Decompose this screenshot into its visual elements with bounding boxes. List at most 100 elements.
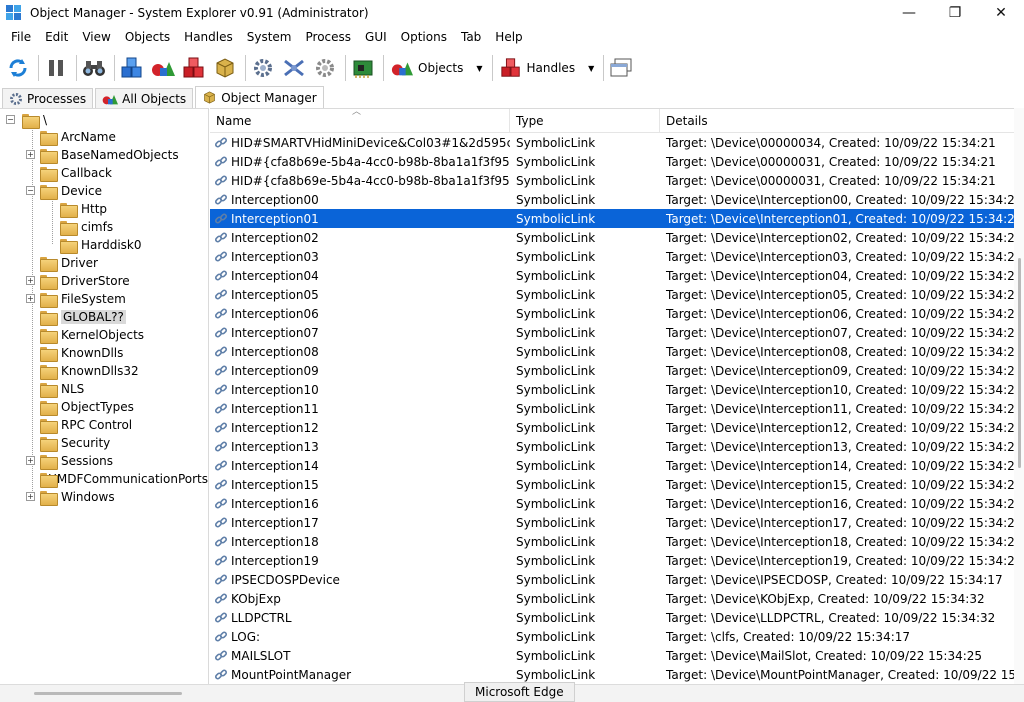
- hardware-button[interactable]: [349, 54, 377, 82]
- tree-item-nls[interactable]: NLS: [40, 380, 84, 398]
- table-row[interactable]: Interception15 SymbolicLink Target: \Devic…: [210, 475, 1014, 494]
- tree-item-global[interactable]: GLOBAL??: [40, 308, 126, 326]
- pause-button[interactable]: [42, 54, 70, 82]
- tree-item-knowndlls32[interactable]: KnownDlls32: [40, 362, 139, 380]
- table-row[interactable]: Interception07 SymbolicLink Target: \Devic…: [210, 323, 1014, 342]
- tree-item-kernelobjects[interactable]: KernelObjects: [40, 326, 144, 344]
- object-manager-button[interactable]: [211, 54, 239, 82]
- table-row[interactable]: Interception05 SymbolicLink Target: \Devic…: [210, 285, 1014, 304]
- table-row[interactable]: Interception13 SymbolicLink Target: \Devic…: [210, 437, 1014, 456]
- symbolic-link-icon: [214, 573, 228, 587]
- table-row[interactable]: HID#{cfa8b69e-5b4a-4cc0-b98b-8ba1a1f3f95…: [210, 152, 1014, 171]
- expand-toggle[interactable]: +: [26, 456, 35, 465]
- menu-system[interactable]: System: [240, 26, 299, 48]
- find-button[interactable]: [80, 54, 108, 82]
- blue-cubes-button[interactable]: [118, 54, 146, 82]
- table-row[interactable]: Interception19 SymbolicLink Target: \Devic…: [210, 551, 1014, 570]
- services-button[interactable]: [311, 54, 339, 82]
- expand-toggle[interactable]: +: [26, 276, 35, 285]
- table-row[interactable]: HID#SMARTVHidMiniDevice&Col03#1&2d595ca7…: [210, 133, 1014, 152]
- tree-item-cimfs[interactable]: cimfs: [60, 218, 113, 236]
- red-cubes-icon: [500, 58, 520, 77]
- menu-help[interactable]: Help: [488, 26, 529, 48]
- tree-item-filesystem[interactable]: + FileSystem: [26, 290, 126, 308]
- scrollbar-thumb[interactable]: [1018, 258, 1021, 468]
- cell-type: SymbolicLink: [516, 363, 596, 378]
- tree-item-driverstore[interactable]: + DriverStore: [26, 272, 130, 290]
- network-button[interactable]: [280, 54, 308, 82]
- table-row[interactable]: Interception17 SymbolicLink Target: \Devic…: [210, 513, 1014, 532]
- red-cubes-button[interactable]: [180, 54, 208, 82]
- tree-item-security[interactable]: Security: [40, 434, 110, 452]
- minimize-button[interactable]: —: [886, 0, 932, 26]
- table-row[interactable]: Interception11 SymbolicLink Target: \Devic…: [210, 399, 1014, 418]
- refresh-button[interactable]: [4, 54, 32, 82]
- table-row[interactable]: Interception10 SymbolicLink Target: \Devic…: [210, 380, 1014, 399]
- table-row[interactable]: Interception16 SymbolicLink Target: \Devic…: [210, 494, 1014, 513]
- tree-item-basenamedobjects[interactable]: + BaseNamedObjects: [26, 146, 179, 164]
- table-row[interactable]: Interception12 SymbolicLink Target: \Devic…: [210, 418, 1014, 437]
- settings-button[interactable]: [249, 54, 277, 82]
- menu-tab[interactable]: Tab: [454, 26, 488, 48]
- tree-root[interactable]: − \: [6, 111, 47, 129]
- maximize-button[interactable]: ❐: [932, 0, 978, 26]
- menu-gui[interactable]: GUI: [358, 26, 394, 48]
- collapse-toggle[interactable]: −: [6, 115, 15, 124]
- symbolic-link-icon: [214, 288, 228, 302]
- table-row[interactable]: Interception04 SymbolicLink Target: \Devic…: [210, 266, 1014, 285]
- column-header-name[interactable]: ︿ Name: [210, 109, 510, 133]
- menu-view[interactable]: View: [75, 26, 117, 48]
- vertical-scrollbar[interactable]: [1014, 108, 1024, 684]
- tree-item-umdfcommunicationports[interactable]: UMDFCommunicationPorts: [40, 470, 208, 488]
- table-row[interactable]: Interception18 SymbolicLink Target: \Devic…: [210, 532, 1014, 551]
- menu-file[interactable]: File: [4, 26, 38, 48]
- menu-objects[interactable]: Objects: [118, 26, 177, 48]
- tree-item-http[interactable]: Http: [60, 200, 107, 218]
- tab-object-manager[interactable]: Object Manager: [195, 86, 324, 108]
- close-button[interactable]: ✕: [978, 0, 1024, 26]
- menu-edit[interactable]: Edit: [38, 26, 75, 48]
- shapes-button[interactable]: [149, 54, 177, 82]
- tree-item-sessions[interactable]: + Sessions: [26, 452, 113, 470]
- table-row[interactable]: LOG: SymbolicLink Target: \clfs, Created: …: [210, 627, 1014, 646]
- objects-dropdown[interactable]: Objects ▼: [387, 54, 487, 82]
- table-row[interactable]: Interception01 SymbolicLink Target: \Devic…: [210, 209, 1014, 228]
- expand-toggle[interactable]: +: [26, 492, 35, 501]
- tab-processes[interactable]: Processes: [2, 88, 94, 108]
- table-row[interactable]: Interception09 SymbolicLink Target: \Devic…: [210, 361, 1014, 380]
- table-row[interactable]: MAILSLOT SymbolicLink Target: \Device\Mail…: [210, 646, 1014, 665]
- tree-item-arcname[interactable]: ArcName: [40, 128, 116, 146]
- menu-options[interactable]: Options: [394, 26, 454, 48]
- tree-item-device[interactable]: − Device: [26, 182, 102, 200]
- menu-process[interactable]: Process: [299, 26, 359, 48]
- tab-all-objects[interactable]: All Objects: [95, 88, 194, 108]
- expand-toggle[interactable]: +: [26, 294, 35, 303]
- windows-button[interactable]: [607, 54, 635, 82]
- handles-dropdown[interactable]: Handles ▼: [496, 54, 599, 82]
- menu-handles[interactable]: Handles: [177, 26, 240, 48]
- table-row[interactable]: Interception06 SymbolicLink Target: \Devic…: [210, 304, 1014, 323]
- tree-item-rpc-control[interactable]: RPC Control: [40, 416, 132, 434]
- cell-details: Target: \Device\LLDPCTRL, Created: 10/09…: [666, 610, 996, 625]
- table-row[interactable]: HID#{cfa8b69e-5b4a-4cc0-b98b-8ba1a1f3f95…: [210, 171, 1014, 190]
- tree-item-windows[interactable]: + Windows: [26, 488, 115, 506]
- column-header-details[interactable]: Details: [660, 109, 1014, 133]
- table-row[interactable]: KObjExp SymbolicLink Target: \Device\KObjE…: [210, 589, 1014, 608]
- table-row[interactable]: MountPointManager SymbolicLink Target: \De…: [210, 665, 1014, 684]
- column-header-type[interactable]: Type: [510, 109, 660, 133]
- table-row[interactable]: LLDPCTRL SymbolicLink Target: \Device\LLDP…: [210, 608, 1014, 627]
- table-row[interactable]: Interception00 SymbolicLink Target: \Devic…: [210, 190, 1014, 209]
- tree-item-objecttypes[interactable]: ObjectTypes: [40, 398, 134, 416]
- table-row[interactable]: Interception03 SymbolicLink Target: \Devic…: [210, 247, 1014, 266]
- table-row[interactable]: Interception14 SymbolicLink Target: \Devic…: [210, 456, 1014, 475]
- tree-item-driver[interactable]: Driver: [40, 254, 98, 272]
- table-row[interactable]: Interception02 SymbolicLink Target: \Devic…: [210, 228, 1014, 247]
- tree-item-harddisk0[interactable]: Harddisk0: [60, 236, 142, 254]
- collapse-toggle[interactable]: −: [26, 186, 35, 195]
- scrollbar-thumb[interactable]: [34, 692, 182, 695]
- table-row[interactable]: Interception08 SymbolicLink Target: \Devic…: [210, 342, 1014, 361]
- tree-item-callback[interactable]: Callback: [40, 164, 112, 182]
- table-row[interactable]: IPSECDOSPDevice SymbolicLink Target: \Devi…: [210, 570, 1014, 589]
- expand-toggle[interactable]: +: [26, 150, 35, 159]
- tree-item-knowndlls[interactable]: KnownDlls: [40, 344, 123, 362]
